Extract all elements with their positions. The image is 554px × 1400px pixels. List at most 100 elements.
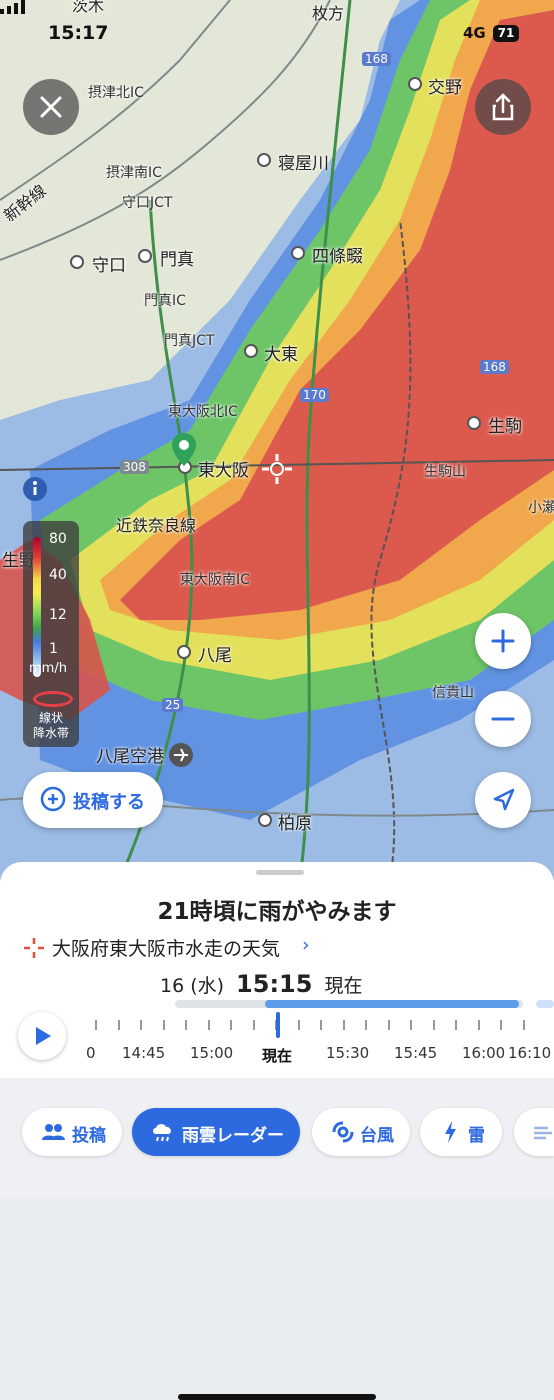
post-icon (40, 786, 66, 812)
place-marker (244, 344, 258, 358)
timeline-label: 15:45 (394, 1044, 438, 1062)
route-shield: 308 (120, 460, 149, 474)
timeline-tick (477, 1020, 480, 1030)
sheet-handle[interactable] (256, 870, 304, 875)
tab-post[interactable]: 投稿 (22, 1108, 122, 1156)
timeline-label: 14:45 (122, 1044, 166, 1062)
place-label: 交野 (428, 78, 462, 98)
legend-unit: mm/h (29, 661, 67, 676)
timeline-tick (95, 1020, 97, 1030)
timeline-tick (500, 1020, 502, 1030)
interchange-label: 門真IC (144, 293, 186, 309)
location-crosshair-icon (24, 938, 44, 958)
place-label: 大東 (264, 345, 298, 365)
place-marker (70, 255, 84, 269)
interchange-label: 門真JCT (164, 333, 215, 349)
rain-cloud-icon (153, 1124, 171, 1142)
place-label: 枚方 (312, 4, 345, 23)
place-label: 茨木 (72, 0, 105, 15)
plus-icon (491, 629, 515, 653)
legend-band-label: 線状 (38, 711, 63, 725)
crosshair-icon (262, 454, 292, 484)
location-pin-icon (172, 433, 196, 466)
tab-label: 雷 (468, 1126, 485, 1146)
timeline-tick (140, 1020, 142, 1030)
share-icon (492, 93, 514, 121)
place-marker (408, 77, 422, 91)
close-button[interactable] (23, 79, 79, 135)
zoom-out-button[interactable] (475, 691, 531, 747)
railway-label: 近鉄奈良線 (116, 516, 197, 535)
tab-lightning[interactable]: 雷 (420, 1108, 502, 1156)
timeline-tick (455, 1020, 457, 1030)
play-button[interactable] (18, 1012, 66, 1060)
typhoon-icon (332, 1121, 354, 1143)
battery-icon: 71 (493, 25, 519, 42)
timeline-label: 15:30 (326, 1044, 370, 1062)
place-marker (257, 153, 271, 167)
legend-value: 1 (49, 641, 58, 657)
rain-legend: 80 40 12 1 mm/h 線状 降水帯 (23, 521, 79, 747)
interchange-label: 小瀬 (528, 500, 554, 516)
timeline-label: 0 (86, 1044, 96, 1062)
place-label: 四條畷 (312, 247, 363, 267)
current-location-button[interactable] (475, 772, 531, 828)
route-shield: 168 (480, 360, 509, 374)
tab-typhoon[interactable]: 台風 (312, 1108, 410, 1156)
play-icon (36, 1027, 51, 1045)
legend-value: 40 (49, 567, 67, 583)
legend-value: 80 (49, 531, 67, 547)
timeline-track-end (536, 1000, 554, 1008)
interchange-label: 東大阪南IC (180, 572, 250, 588)
timeline-tick (342, 1020, 345, 1030)
interchange-label: 摂津南IC (106, 165, 162, 181)
time-row: 16 (水) 15:15 現在 (160, 970, 362, 998)
legend-color-bar (33, 537, 41, 677)
current-label: 現在 (324, 975, 363, 997)
timeline-tick (252, 1020, 255, 1030)
place-marker (291, 246, 305, 260)
timeline-tick (432, 1020, 435, 1030)
linear-band-icon (33, 691, 73, 707)
location-link[interactable]: 大阪府東大阪市水走の天気 (52, 934, 280, 961)
timeline-tick (207, 1020, 210, 1030)
lightning-icon (445, 1121, 456, 1143)
place-marker (138, 249, 152, 263)
place-label: 生駒 (488, 417, 522, 437)
map-canvas[interactable] (0, 0, 554, 880)
rain-stop-headline: 21時頃に雨がやみます (157, 899, 397, 925)
zoom-in-button[interactable] (475, 613, 531, 669)
wind-icon (534, 1126, 552, 1140)
timeline-tick (297, 1020, 300, 1030)
info-icon[interactable] (22, 476, 48, 502)
forecast-range-bar (265, 1000, 519, 1008)
timeline-cursor[interactable] (276, 1012, 280, 1038)
signal-icon (0, 0, 25, 14)
tab-label: 台風 (360, 1126, 394, 1146)
place-marker (467, 416, 481, 430)
network-type: 4G (463, 24, 486, 42)
chevron-right-icon[interactable]: › (302, 934, 310, 956)
place-marker (177, 645, 191, 659)
share-button[interactable] (475, 79, 531, 135)
bottom-tab-bar: 投稿 雨雲レーダー 台風 雷 (0, 1078, 554, 1400)
timeline-label: 16:00 (462, 1044, 506, 1062)
legend-band-label: 降水帯 (32, 726, 69, 740)
tab-label: 投稿 (72, 1126, 106, 1146)
place-marker (258, 813, 272, 827)
rain-radar-map[interactable]: 15:17 4G 71 枚方 交野 寝屋川 四條畷 守口 門真 大東 生駒 東大… (0, 0, 554, 880)
place-label: 八尾 (198, 646, 232, 666)
timeline-label: 15:00 (190, 1044, 234, 1062)
timeline-tick (162, 1020, 165, 1030)
timeline-tick (410, 1020, 412, 1030)
tab-rain-radar[interactable]: 雨雲レーダー (132, 1108, 300, 1156)
interchange-label: 守口JCT (122, 195, 173, 211)
interchange-label: 東大阪北IC (168, 404, 238, 420)
route-shield: 170 (300, 388, 329, 402)
place-label: 門真 (160, 250, 194, 270)
post-button-label: 投稿する (73, 792, 145, 813)
timeline-tick (387, 1020, 390, 1030)
post-button[interactable]: 投稿する (23, 772, 163, 828)
tab-wind[interactable] (514, 1108, 554, 1156)
legend-value: 12 (49, 607, 67, 623)
